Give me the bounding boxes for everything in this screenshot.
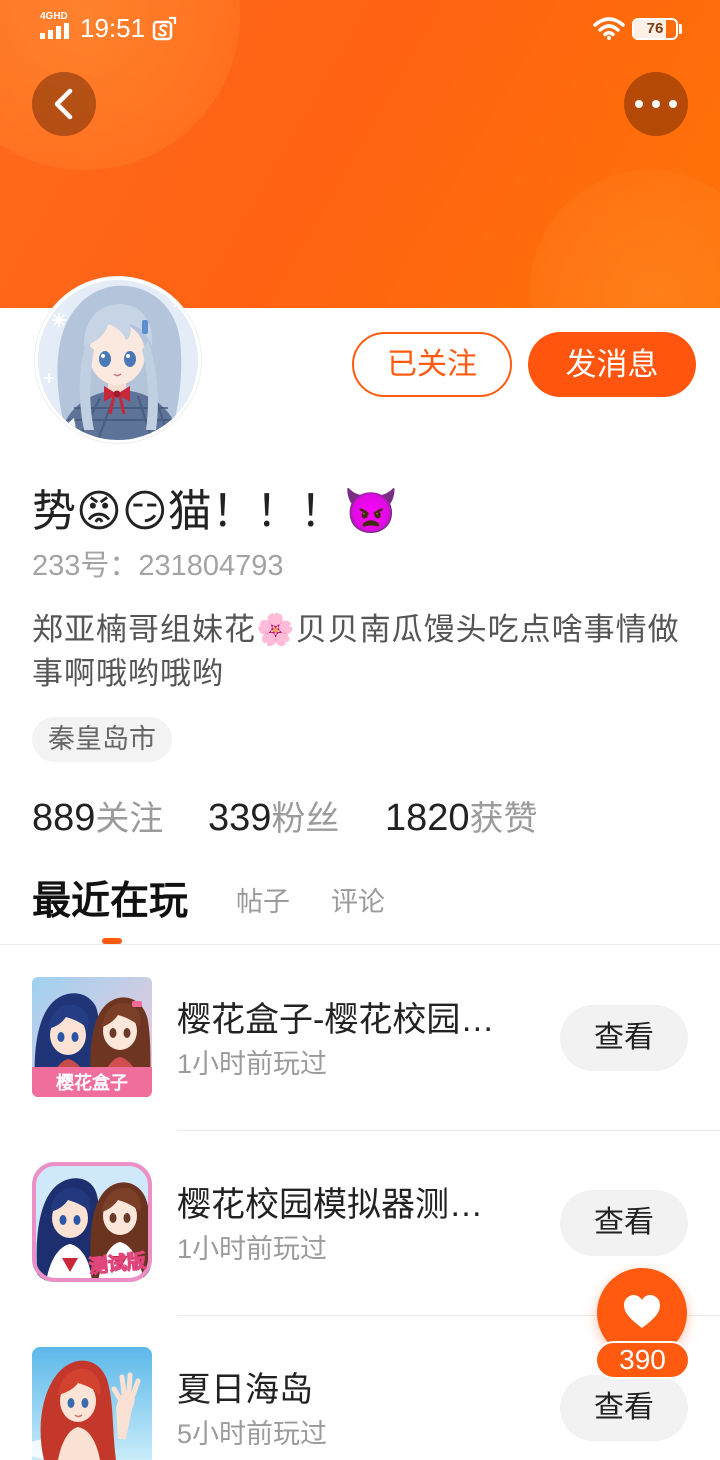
tab-posts[interactable]: 帖子 bbox=[236, 877, 290, 927]
tab-recently-played[interactable]: 最近在玩 bbox=[32, 877, 188, 927]
profile-bio: 郑亚楠哥组妹花🌸贝贝南瓜馒头吃点啥事情做事啊哦哟哦哟 bbox=[32, 612, 680, 691]
account-id: 233号：231804793 bbox=[32, 550, 284, 582]
battery-tip bbox=[679, 24, 682, 34]
profile-name: 势😡😏猫！！！👿 bbox=[32, 487, 399, 536]
game-title: 樱花盒子-樱花校园… bbox=[177, 1001, 495, 1039]
sakura-school-test-game-icon[interactable]: 测试版 bbox=[32, 1162, 152, 1282]
status-bar: 4GHD 19:51 76 bbox=[0, 0, 720, 56]
game-icon-label: 樱花盒子 bbox=[56, 1072, 128, 1094]
network-type: 4GHD bbox=[40, 11, 68, 22]
wifi-icon bbox=[592, 16, 626, 45]
game-title: 樱花校园模拟器测… bbox=[177, 1186, 483, 1224]
more-button[interactable] bbox=[624, 72, 688, 136]
divider bbox=[0, 944, 720, 945]
stat-label: 获赞 bbox=[469, 800, 538, 838]
avatar[interactable] bbox=[35, 277, 201, 443]
send-message-button[interactable]: 发消息 bbox=[528, 332, 696, 397]
view-game-button[interactable]: 查看 bbox=[560, 1190, 688, 1256]
like-count-badge: 390 bbox=[595, 1341, 690, 1379]
summer-island-game-icon[interactable] bbox=[32, 1347, 152, 1460]
game-list-item[interactable]: 樱花盒子 樱花盒子-樱花校园… 1小时前玩过 查看 bbox=[0, 977, 720, 1162]
divider bbox=[177, 1130, 720, 1131]
stat-count: 889 bbox=[32, 797, 96, 839]
view-game-button[interactable]: 查看 bbox=[560, 1375, 688, 1441]
back-button[interactable] bbox=[32, 72, 96, 136]
signal-icon bbox=[40, 23, 70, 44]
following-button[interactable]: 已关注 bbox=[352, 332, 512, 397]
battery-icon: 76 bbox=[632, 18, 678, 40]
battery-level: 76 bbox=[646, 20, 664, 37]
tab-comments[interactable]: 评论 bbox=[331, 877, 385, 927]
notification-icon bbox=[151, 16, 177, 47]
last-played-time: 1小时前玩过 bbox=[177, 1234, 328, 1264]
more-dots-icon bbox=[635, 100, 677, 108]
anime-girl-avatar bbox=[38, 280, 198, 440]
clock: 19:51 bbox=[80, 13, 146, 43]
stat-likes[interactable]: 1820获赞 bbox=[385, 793, 538, 851]
stat-label: 粉丝 bbox=[271, 800, 340, 838]
stat-following[interactable]: 889关注 bbox=[32, 793, 163, 851]
stat-followers[interactable]: 339粉丝 bbox=[208, 793, 339, 851]
stat-count: 339 bbox=[208, 797, 272, 839]
banner-decoration bbox=[530, 170, 720, 308]
location-tag: 秦皇岛市 bbox=[32, 717, 172, 762]
heart-icon bbox=[624, 1295, 660, 1328]
last-played-time: 1小时前玩过 bbox=[177, 1049, 328, 1079]
game-title: 夏日海岛 bbox=[177, 1371, 313, 1409]
stat-count: 1820 bbox=[385, 797, 470, 839]
last-played-time: 5小时前玩过 bbox=[177, 1419, 328, 1449]
stat-label: 关注 bbox=[95, 800, 164, 838]
view-game-button[interactable]: 查看 bbox=[560, 1005, 688, 1071]
chevron-left-icon bbox=[54, 88, 73, 120]
sakura-box-game-icon[interactable]: 樱花盒子 bbox=[32, 977, 152, 1097]
